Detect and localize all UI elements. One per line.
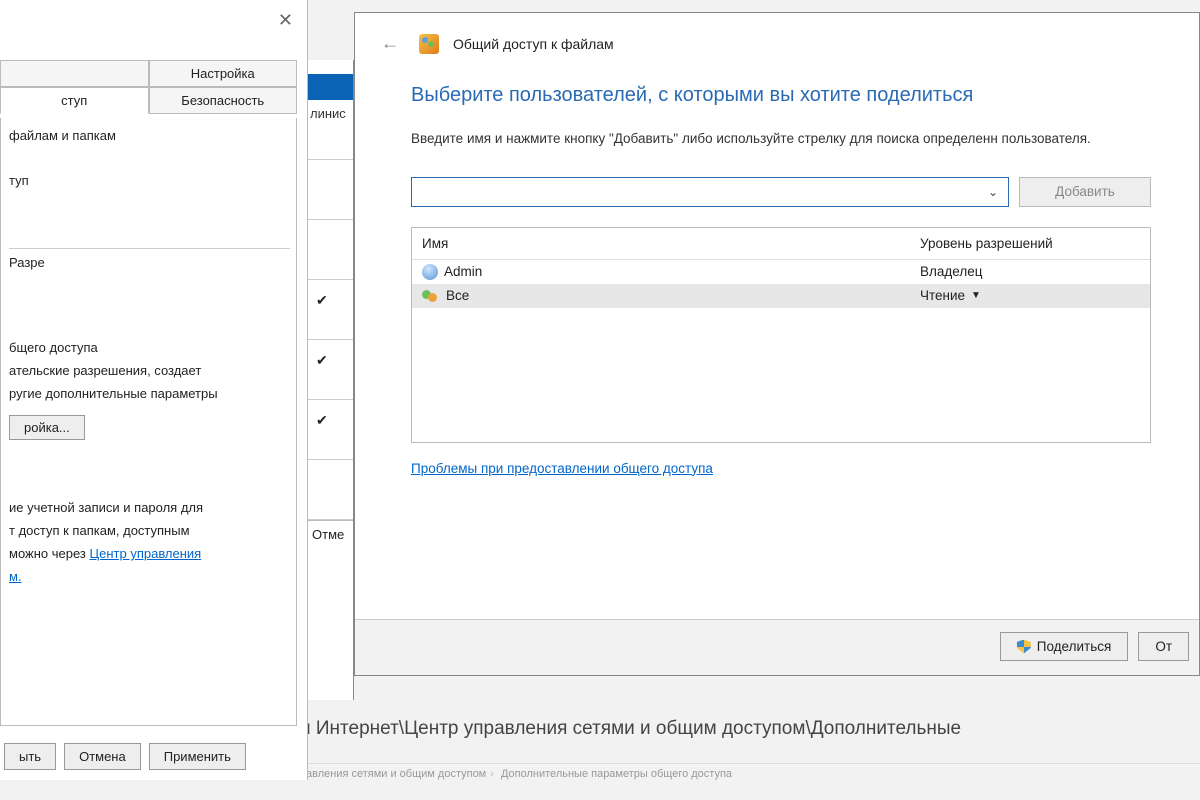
text-fragment: туп xyxy=(9,173,290,188)
dialog-content: Выберите пользователей, с которыми вы хо… xyxy=(355,64,1199,486)
breadcrumb-item[interactable]: Дополнительные параметры общего доступа xyxy=(501,768,732,780)
text-fragment: ательские разрешения, создает xyxy=(9,363,290,378)
tab-sharing[interactable]: ступ xyxy=(0,87,149,114)
permission-dropdown[interactable]: Чтение▼ xyxy=(920,288,1140,303)
text-fragment: файлам и папкам xyxy=(9,128,290,143)
user-name: Admin xyxy=(444,264,482,279)
back-icon[interactable]: ← xyxy=(375,31,405,56)
dialog-footer: Поделиться От xyxy=(355,619,1199,675)
dialog-title: Общий доступ к файлам xyxy=(453,36,614,52)
tab-general[interactable] xyxy=(0,60,149,87)
cancel-button[interactable]: От xyxy=(1138,632,1189,661)
properties-dialog: ✕ Настройка ступ Безопасность файлам и п… xyxy=(0,0,308,780)
properties-body: файлам и папкам туп Разре бщего доступа … xyxy=(0,118,297,726)
middle-check-row xyxy=(308,340,353,400)
add-button[interactable]: Добавить xyxy=(1019,177,1151,207)
middle-window-strip: линис Отме xyxy=(308,60,354,700)
text-fragment: т доступ к папкам, доступным xyxy=(9,523,290,538)
text-fragment: бщего доступа xyxy=(9,340,290,355)
user-name: Все xyxy=(446,288,469,303)
user-input[interactable] xyxy=(418,184,984,199)
middle-check-row xyxy=(308,280,353,340)
group-icon xyxy=(422,288,440,304)
text-fragment: ругие дополнительные параметры xyxy=(9,386,290,401)
middle-row xyxy=(308,220,353,280)
user-icon xyxy=(422,264,438,280)
text-fragment: Разре xyxy=(9,248,290,270)
network-center-link[interactable]: Центр управления xyxy=(90,546,202,561)
table-header: Имя Уровень разрешений xyxy=(412,228,1150,260)
advanced-settings-button[interactable]: ройка... xyxy=(9,415,85,440)
apply-button[interactable]: Применить xyxy=(149,743,246,770)
middle-row xyxy=(308,460,353,520)
properties-tabs: Настройка ступ Безопасность xyxy=(0,60,297,114)
middle-row xyxy=(308,160,353,220)
permissions-table: Имя Уровень разрешений Admin Владелец Вс… xyxy=(411,227,1151,443)
cancel-button[interactable]: Отмена xyxy=(64,743,141,770)
troubleshoot-link[interactable]: Проблемы при предоставлении общего досту… xyxy=(411,461,713,476)
table-row[interactable]: Все Чтение▼ xyxy=(412,284,1150,308)
permission-level: Владелец xyxy=(920,264,982,279)
chevron-down-icon: ▼ xyxy=(971,290,981,301)
user-combobox[interactable]: ⌄ xyxy=(411,177,1009,207)
text-fragment: ие учетной записи и пароля для xyxy=(9,500,290,515)
table-body: Admin Владелец Все Чтение▼ xyxy=(412,260,1150,442)
background-path: и Интернет\Центр управления сетями и общ… xyxy=(300,718,961,740)
dialog-header: ← Общий доступ к файлам xyxy=(355,13,1199,64)
properties-footer: ыть Отмена Применить xyxy=(0,743,297,770)
middle-button-fragment[interactable]: Отме xyxy=(308,520,353,548)
close-icon[interactable]: ✕ xyxy=(278,10,293,31)
chevron-down-icon[interactable]: ⌄ xyxy=(984,185,1002,199)
share-button[interactable]: Поделиться xyxy=(1000,632,1129,661)
middle-check-row xyxy=(308,400,353,460)
middle-row: линис xyxy=(308,100,353,160)
shield-icon xyxy=(1017,640,1031,654)
sharing-icon xyxy=(419,34,439,54)
close-button[interactable]: ыть xyxy=(4,743,56,770)
dialog-description: Введите имя и нажмите кнопку "Добавить" … xyxy=(411,129,1151,149)
middle-title-bar xyxy=(308,74,353,100)
table-row[interactable]: Admin Владелец xyxy=(412,260,1150,284)
col-permission[interactable]: Уровень разрешений xyxy=(920,236,1140,251)
tab-security[interactable]: Безопасность xyxy=(149,87,298,114)
trouble-link-row: Проблемы при предоставлении общего досту… xyxy=(411,461,1151,476)
text-fragment: можно через Центр управления xyxy=(9,546,290,561)
user-entry-row: ⌄ Добавить xyxy=(411,177,1151,207)
dialog-heading: Выберите пользователей, с которыми вы хо… xyxy=(411,84,1151,107)
col-name[interactable]: Имя xyxy=(422,236,920,251)
network-center-link-cont[interactable]: м. xyxy=(9,569,290,584)
tab-customize[interactable]: Настройка xyxy=(149,60,298,87)
file-sharing-dialog: ← Общий доступ к файлам Выберите пользов… xyxy=(354,12,1200,676)
